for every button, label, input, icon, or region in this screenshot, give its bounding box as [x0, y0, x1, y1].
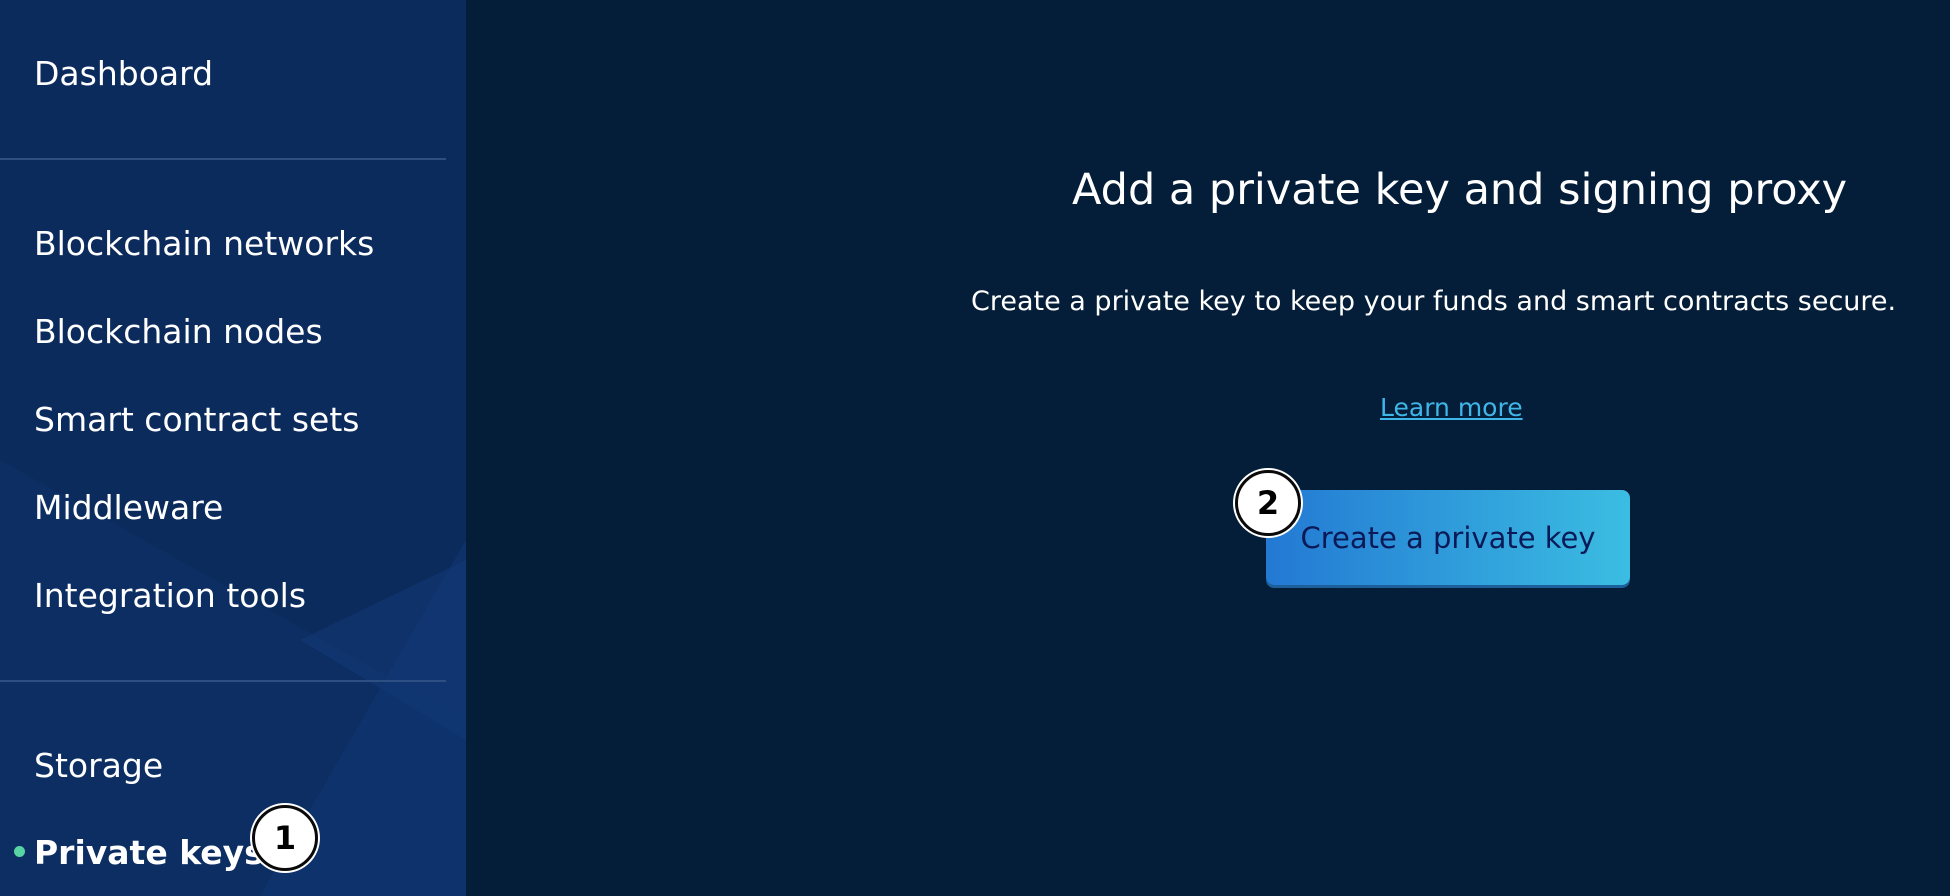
step-badge-1: 1	[252, 805, 318, 871]
sidebar-item-private-keys[interactable]: Private keys	[34, 833, 264, 873]
sidebar-item-blockchain-networks[interactable]: Blockchain networks	[34, 224, 374, 264]
sidebar-item-blockchain-nodes[interactable]: Blockchain nodes	[34, 312, 323, 352]
sidebar-item-smart-contract-sets[interactable]: Smart contract sets	[34, 400, 360, 440]
create-private-key-button-label: Create a private key	[1300, 520, 1596, 555]
page-subtitle: Create a private key to keep your funds …	[971, 286, 1897, 317]
sidebar-item-integration-tools[interactable]: Integration tools	[34, 576, 306, 616]
active-indicator-dot	[14, 846, 25, 857]
sidebar-item-storage[interactable]: Storage	[34, 746, 163, 786]
page-title: Add a private key and signing proxy	[1072, 165, 1848, 215]
sidebar-item-dashboard[interactable]: Dashboard	[34, 54, 213, 94]
create-private-key-button[interactable]: Create a private key	[1266, 490, 1630, 585]
sidebar-divider	[0, 158, 446, 160]
sidebar: Dashboard Blockchain networks Blockchain…	[0, 0, 466, 896]
step-badge-2: 2	[1235, 470, 1301, 536]
app-window: Dashboard Blockchain networks Blockchain…	[0, 0, 1950, 896]
main-content: Add a private key and signing proxy Crea…	[466, 0, 1950, 896]
learn-more-link[interactable]: Learn more	[1380, 392, 1523, 424]
sidebar-item-middleware[interactable]: Middleware	[34, 488, 223, 528]
sidebar-divider	[0, 680, 446, 682]
